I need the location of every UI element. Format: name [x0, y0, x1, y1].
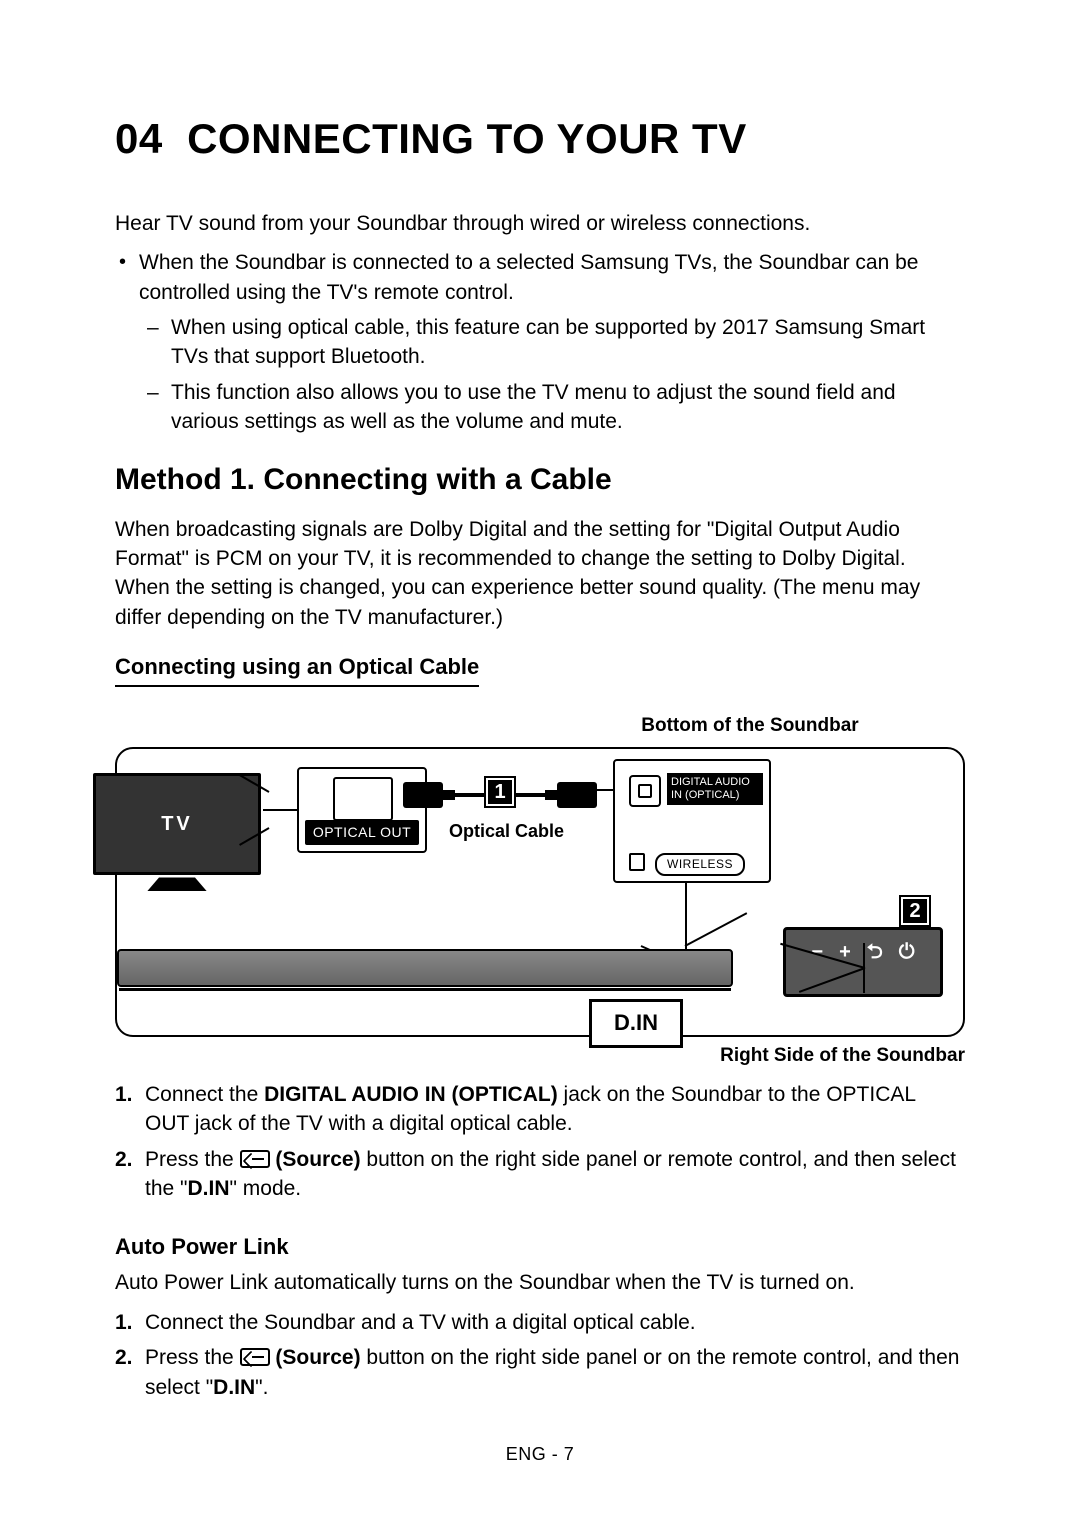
soundbar-bottom-panel: DIGITAL AUDIO IN (OPTICAL) WIRELESS [613, 759, 771, 883]
optical-heading: Connecting using an Optical Cable [115, 652, 479, 687]
step-text: ". [255, 1376, 268, 1399]
list-item: When using optical cable, this feature c… [171, 313, 965, 372]
power-icon: ⏻ [899, 938, 915, 966]
din-display-label: D.IN [589, 999, 683, 1048]
list-item: This function also allows you to use the… [171, 378, 965, 437]
tv-label: TV [93, 773, 261, 875]
soundbar-illustration [117, 949, 733, 987]
tv-stand [147, 877, 207, 891]
cable-plug-right [557, 782, 597, 808]
callout-line [685, 883, 687, 949]
connection-diagram: Bottom of the Soundbar TV OPTICAL OUT 1 … [115, 713, 965, 1070]
callout-line [685, 913, 748, 948]
auto-power-link-para: Auto Power Link automatically turns on t… [115, 1268, 965, 1297]
diagram-label-bottom: Right Side of the Soundbar [115, 1043, 965, 1070]
tv-illustration: TV [93, 773, 261, 895]
optical-port-icon [629, 775, 661, 807]
section-number: 04 [115, 115, 163, 162]
source-button-icon [240, 1348, 270, 1366]
intro-text: Hear TV sound from your Soundbar through… [115, 209, 965, 238]
step-bold: (Source) [270, 1148, 361, 1171]
optical-cable: 1 [403, 782, 597, 808]
list-item: 1. Connect the Soundbar and a TV with a … [145, 1308, 965, 1337]
step-text: Press the [145, 1148, 240, 1171]
diagram-frame: TV OPTICAL OUT 1 Optical Cable DIGITAL A… [115, 747, 965, 1037]
step-marker: 2. [115, 1145, 133, 1174]
wireless-port-icon [629, 853, 645, 871]
step-text: Press the [145, 1346, 240, 1369]
list-item: 2. Press the (Source) button on the righ… [145, 1145, 965, 1204]
optical-cable-label: Optical Cable [449, 819, 564, 844]
wireless-label: WIRELESS [655, 853, 745, 876]
auto-power-link-steps: 1. Connect the Soundbar and a TV with a … [115, 1308, 965, 1402]
section-title: CONNECTING TO YOUR TV [187, 115, 747, 162]
optical-steps: 1. Connect the DIGITAL AUDIO IN (OPTICAL… [115, 1080, 965, 1204]
digital-audio-in-label: DIGITAL AUDIO IN (OPTICAL) [667, 773, 763, 804]
auto-power-link-heading: Auto Power Link [115, 1232, 965, 1263]
list-item: 1. Connect the DIGITAL AUDIO IN (OPTICAL… [145, 1080, 965, 1139]
tv-optical-panel: OPTICAL OUT [297, 767, 427, 853]
callout-line [597, 789, 613, 791]
section-heading: 04 CONNECTING TO YOUR TV [115, 110, 965, 169]
step-marker: 1. [115, 1308, 133, 1337]
method-heading: Method 1. Connecting with a Cable [115, 459, 965, 501]
callout-line [263, 809, 299, 811]
intro-bullet-list: When the Soundbar is connected to a sele… [115, 248, 965, 436]
source-button-icon [240, 1150, 270, 1168]
step-text: " mode. [229, 1177, 301, 1200]
step-marker: 1. [115, 1080, 133, 1109]
method-paragraph: When broadcasting signals are Dolby Digi… [115, 515, 965, 633]
sub-bullet-list: When using optical cable, this feature c… [139, 313, 965, 437]
list-item: 2. Press the (Source) button on the righ… [145, 1343, 965, 1402]
step-text: Connect the [145, 1083, 264, 1106]
step-bold: D.IN [213, 1376, 255, 1399]
step-bold: (Source) [270, 1346, 361, 1369]
optical-out-label: OPTICAL OUT [305, 820, 419, 846]
cable-plug-left [403, 782, 443, 808]
source-icon: ⮌ [867, 938, 883, 966]
bullet-text: When the Soundbar is connected to a sele… [139, 251, 918, 303]
step-marker: 2. [115, 1343, 133, 1372]
step-badge-1: 1 [486, 778, 514, 806]
step-badge-2: 2 [901, 897, 929, 925]
step-bold: DIGITAL AUDIO IN (OPTICAL) [264, 1083, 558, 1106]
diagram-label-top: Bottom of the Soundbar [535, 713, 965, 740]
step-bold: D.IN [187, 1177, 229, 1200]
step-text: Connect the Soundbar and a TV with a dig… [145, 1311, 696, 1334]
page-footer: ENG - 7 [115, 1442, 965, 1467]
list-item: When the Soundbar is connected to a sele… [139, 248, 965, 436]
